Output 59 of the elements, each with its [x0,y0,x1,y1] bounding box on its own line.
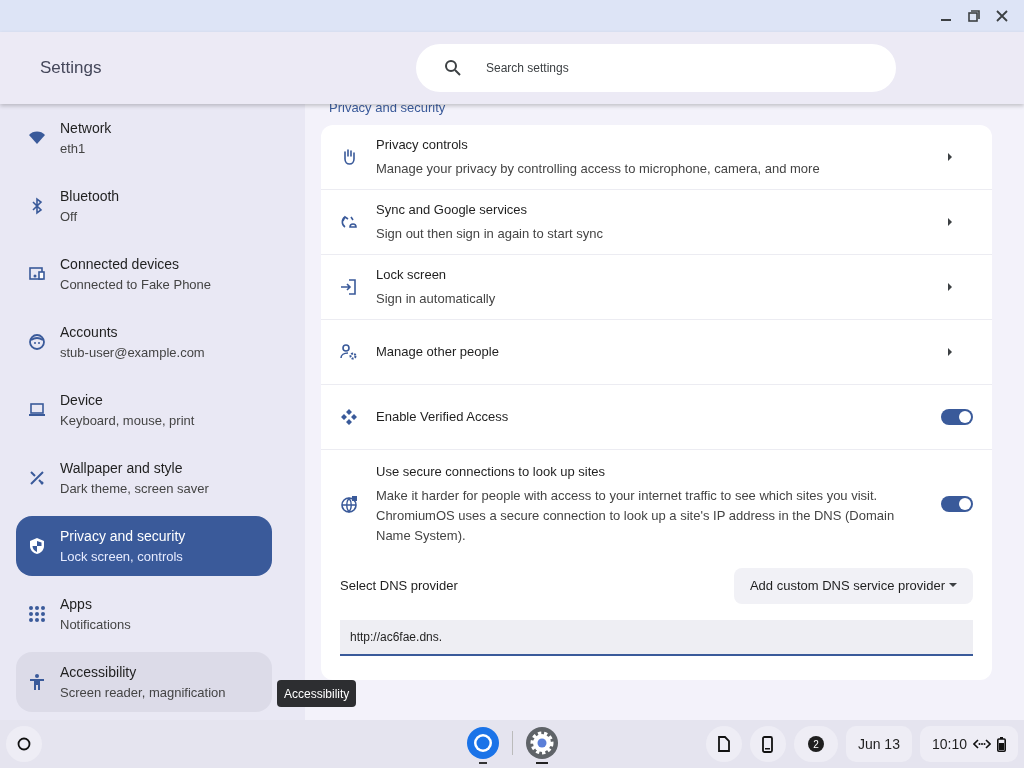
sidebar-item[interactable]: Network eth1 [16,108,272,168]
setting-title: Use secure connections to look up sites [376,463,607,481]
sidebar-item[interactable]: Connected devices Connected to Fake Phone [16,244,272,304]
chevron-right-icon[interactable] [947,153,953,161]
sidebar-item[interactable]: Device Keyboard, mouse, print [16,380,272,440]
login-icon [340,278,358,296]
status-area-button[interactable]: 10:10 [919,726,1018,762]
sidebar-item[interactable]: Bluetooth Off [16,176,272,236]
devices-icon [28,265,46,283]
search-field[interactable]: Search settings [416,44,896,92]
person-gear-icon [340,343,358,361]
grid-icon [28,605,46,623]
globe-icon [340,494,358,513]
sidebar-item[interactable]: Apps Notifications [16,584,272,644]
sidebar-item[interactable]: Privacy and security Lock screen, controls [16,516,272,576]
restore-icon[interactable] [968,10,980,22]
files-button[interactable] [705,726,742,762]
phone-hub-button[interactable] [749,726,786,762]
person-icon [28,673,46,691]
sidebar-item[interactable]: Accounts stub-user@example.com [16,312,272,372]
sync-icon [340,213,358,231]
toggle-switch[interactable] [941,495,973,512]
setting-title: Privacy controls [376,136,469,155]
setting-title: Lock screen [376,266,448,285]
chevron-right-icon[interactable] [947,283,953,291]
tooltip: Accessibility [277,680,357,707]
close-icon[interactable] [996,10,1008,22]
network-icon [973,739,991,749]
setting-title: Manage other people [376,343,499,362]
shield-icon [28,537,46,555]
dns-input-field[interactable]: http://ac6fae.dns. [340,619,973,656]
chevron-right-icon[interactable] [947,348,953,356]
launcher-icon [17,737,31,751]
laptop-icon [28,401,46,419]
dropdown-caret-icon [949,583,957,588]
setting-title: Sync and Google services [376,201,529,220]
battery-icon [997,736,1006,752]
toggle-switch[interactable] [941,409,973,425]
browser-app-icon[interactable] [466,726,500,766]
search-icon [444,59,462,77]
launcher-button[interactable] [6,726,42,762]
chevron-right-icon[interactable] [947,218,953,226]
setting-title: Enable Verified Access [376,408,509,427]
face-icon [28,333,46,351]
setting-description: Sign in automatically [376,289,496,308]
diamond-arrows-icon [340,408,358,426]
sidebar-item[interactable]: Accessibility Screen reader, magnification [16,652,272,712]
setting-description: Manage your privacy by controlling access to microphone, camera, and more [376,159,820,178]
dns-dropdown[interactable]: Add custom DNS service provider [733,567,973,604]
date-button[interactable]: Jun 13 [845,726,912,762]
setting-description: Make it harder for people with access to your internet traffic to see which sites you visit. ChromiumOS uses a secure connection to look up a site's IP address in the DNS (Domain Name System). [376,486,896,545]
setting-description: Sign out then sign in again to start sync [376,224,603,243]
sidebar-item[interactable]: Wallpaper and style Dark theme, screen saver [16,448,272,508]
window-title: Settings [40,57,103,80]
settings-app-icon[interactable] [525,726,559,766]
notification-button[interactable]: 2 [793,726,838,762]
document-icon [717,736,730,752]
phone-icon [762,735,774,753]
dns-label: Select DNS provider [340,576,458,595]
